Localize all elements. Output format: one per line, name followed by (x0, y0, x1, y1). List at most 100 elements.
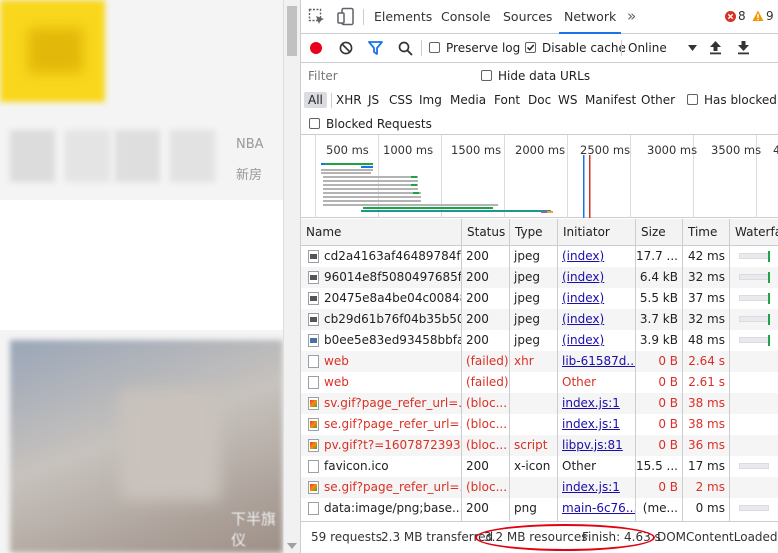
filter-funnel-icon[interactable] (368, 41, 383, 55)
scroll-down-arrow-icon[interactable] (287, 543, 297, 549)
clear-icon[interactable] (339, 41, 353, 55)
cell-initiator[interactable]: (index) (557, 309, 635, 330)
col-initiator[interactable]: Initiator (557, 219, 635, 246)
waterfall-marker (768, 293, 770, 304)
table-row[interactable]: 20475e8a4be04c00848... 200 jpeg (index) 5.5 … (301, 288, 778, 309)
tab-elements[interactable]: Elements (374, 0, 432, 33)
cell-name: b0ee5e83ed93458bbfa... (324, 333, 461, 347)
col-name[interactable]: Name (301, 219, 461, 246)
hide-data-urls-label: Hide data URLs (498, 69, 591, 83)
cell-initiator[interactable]: lib-61587d... (557, 351, 635, 372)
page-nav-block (170, 130, 215, 182)
table-row[interactable]: cb29d61b76f04b35b50... 200 jpeg (index) 3.7 … (301, 309, 778, 330)
table-row[interactable]: 96014e8f5080497685fc... 200 jpeg (index) 6.4… (301, 267, 778, 288)
disable-cache-checkbox[interactable] (525, 42, 536, 53)
error-icon[interactable] (725, 11, 736, 22)
document-file-icon (308, 376, 319, 389)
col-status[interactable]: Status (461, 219, 509, 246)
warning-icon[interactable] (752, 10, 764, 22)
more-tabs-icon[interactable]: » (627, 0, 636, 33)
table-row[interactable]: web (failed) Other 0 B 2.61 s (301, 372, 778, 393)
type-filter-ws[interactable]: WS (558, 93, 577, 107)
type-filter-media[interactable]: Media (450, 93, 486, 107)
cell-type: script (514, 438, 548, 452)
table-row[interactable]: sv.gif?page_refer_url=... (bloc... index.j… (301, 393, 778, 414)
cell-status: 200 (466, 291, 489, 305)
col-size[interactable]: Size (635, 219, 682, 246)
toolbar-separator (621, 40, 622, 56)
error-count[interactable]: 8 (738, 0, 746, 33)
tab-sources[interactable]: Sources (503, 0, 552, 33)
cell-name: se.gif?page_refer_url=... (324, 480, 461, 494)
table-row[interactable]: pv.gif?t?=1607872393... (bloc... script lib… (301, 435, 778, 456)
scrollbar-thumb[interactable] (287, 6, 297, 56)
page-nav-house[interactable]: 新房 (236, 164, 262, 183)
device-toolbar-icon[interactable] (337, 7, 355, 26)
preserve-log-checkbox[interactable] (429, 42, 440, 53)
has-blocked-cookies-checkbox[interactable] (687, 94, 698, 105)
table-row[interactable]: cd2a4163af46489784fc... 200 jpeg (index)17.… (301, 246, 778, 267)
cell-initiator[interactable]: (index) (557, 267, 635, 288)
col-time[interactable]: Time (682, 219, 729, 246)
table-row[interactable]: favicon.ico 200 x-icon Other 15.5 ... 17 ms (301, 456, 778, 477)
image-file-icon (308, 439, 319, 452)
tab-console[interactable]: Console (441, 0, 491, 33)
cell-type: jpeg (514, 270, 540, 284)
warning-count[interactable]: 9 (766, 0, 774, 33)
hide-data-urls-checkbox[interactable] (481, 70, 492, 81)
table-row[interactable]: web (failed) xhr lib-61587d... 0 B 2.64 s (301, 351, 778, 372)
cell-status: (bloc... (466, 417, 508, 431)
col-waterfall[interactable]: Waterfall (729, 219, 778, 246)
page-scrollbar[interactable] (283, 0, 300, 553)
cell-size: 5.5 kB (639, 291, 678, 305)
cell-time: 48 ms (687, 333, 725, 347)
type-filter-doc[interactable]: Doc (528, 93, 551, 107)
cell-initiator[interactable]: (index) (557, 246, 635, 267)
search-icon[interactable] (398, 41, 413, 56)
col-type[interactable]: Type (509, 219, 557, 246)
page-nav-nba[interactable]: NBA (236, 137, 264, 152)
cell-name: favicon.ico (324, 459, 389, 473)
cell-name: data:image/png;base... (324, 501, 461, 515)
cell-size: 0 B (658, 375, 678, 389)
filter-input[interactable] (303, 66, 467, 86)
cell-initiator[interactable]: main-6c76... (557, 498, 635, 519)
type-filter-other[interactable]: Other (641, 93, 675, 107)
waterfall-marker (768, 251, 770, 262)
type-filter-img[interactable]: Img (419, 93, 442, 107)
table-row[interactable]: se.gif?page_refer_url=... (bloc... index.j… (301, 477, 778, 498)
tab-network[interactable]: Network (559, 0, 622, 34)
throttling-select[interactable]: Online (628, 41, 667, 55)
cell-initiator[interactable]: index.js:1 (557, 414, 635, 435)
import-har-icon[interactable] (709, 40, 722, 55)
type-filter-css[interactable]: CSS (389, 93, 413, 107)
cell-initiator[interactable]: (index) (557, 288, 635, 309)
table-row[interactable]: data:image/png;base... 200 png main-6c76...… (301, 498, 778, 519)
cell-name: 96014e8f5080497685fc... (324, 270, 461, 284)
cell-name: cb29d61b76f04b35b50... (324, 312, 461, 326)
export-har-icon[interactable] (737, 40, 750, 55)
cell-initiator[interactable]: (index) (557, 330, 635, 351)
cell-status: 200 (466, 333, 489, 347)
type-filter-font[interactable]: Font (494, 93, 520, 107)
image-file-icon (308, 250, 319, 263)
page-headline[interactable]: 下半旗仪 (231, 508, 283, 550)
cell-time: 32 ms (687, 312, 725, 326)
inspect-element-icon[interactable] (308, 8, 326, 26)
cell-initiator[interactable]: index.js:1 (557, 477, 635, 498)
type-filter-js[interactable]: JS (368, 93, 379, 107)
table-row[interactable]: se.gif?page_refer_url=... (bloc... index.j… (301, 414, 778, 435)
type-filter-all[interactable]: All (304, 92, 327, 108)
timeline-overview[interactable]: 500 ms 1000 ms 1500 ms 2000 ms 2500 ms 3… (301, 135, 778, 218)
type-filter-manifest[interactable]: Manifest (585, 93, 636, 107)
cell-size: 0 B (658, 354, 678, 368)
type-filter-xhr[interactable]: XHR (336, 93, 362, 107)
cell-initiator[interactable]: libpv.js:81 (557, 435, 635, 456)
cell-type: jpeg (514, 249, 540, 263)
cell-status: (bloc... (466, 438, 508, 452)
cell-initiator[interactable]: index.js:1 (557, 393, 635, 414)
table-row[interactable]: b0ee5e83ed93458bbfa... 200 jpeg (index) 3.9 … (301, 330, 778, 351)
blocked-requests-checkbox[interactable] (309, 118, 320, 129)
record-icon[interactable] (309, 41, 323, 55)
chevron-down-icon[interactable] (688, 45, 697, 51)
